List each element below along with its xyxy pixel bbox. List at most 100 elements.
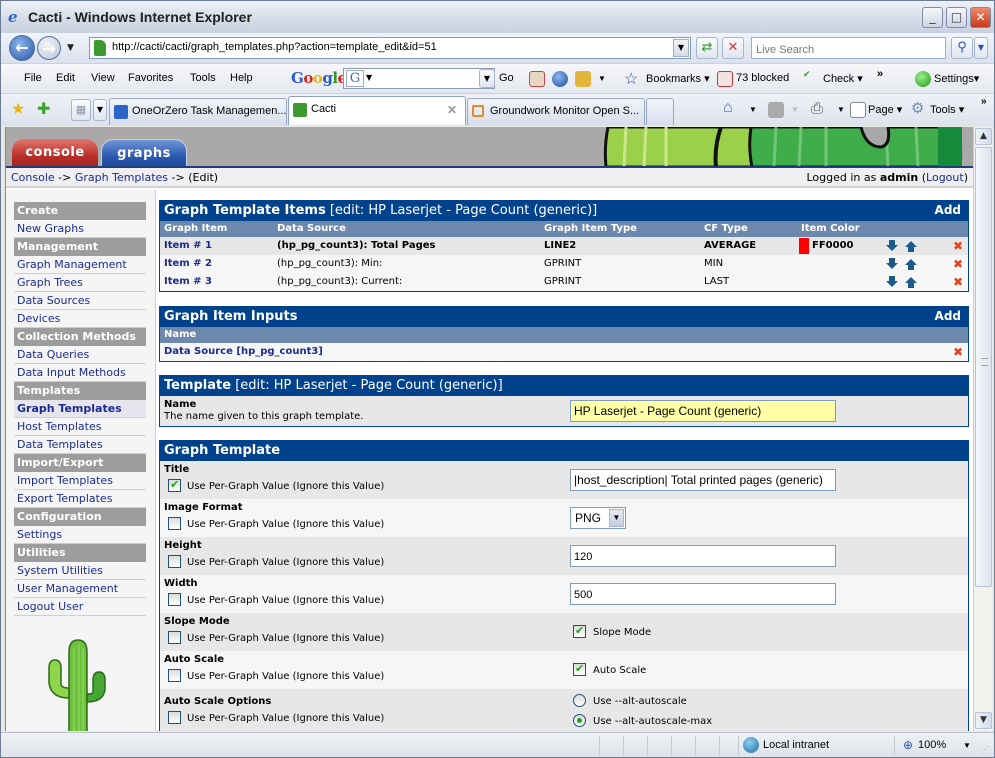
sidebar-item-data-input-methods[interactable]: Data Input Methods [14,364,146,382]
delete-input-icon[interactable]: ✖ [953,345,963,359]
add-graph-input-button[interactable]: Add [935,309,961,323]
sidebar-item-system-utilities[interactable]: System Utilities [14,562,146,580]
sidebar-item-import-templates[interactable]: Import Templates [14,472,146,490]
alt-autoscale-radio[interactable] [573,694,586,707]
close-window-button[interactable]: ✕ [970,7,991,28]
menu-help[interactable]: Help [230,72,253,84]
tab-list-dropdown-icon[interactable]: ▼ [93,99,107,121]
scrollbar-thumb[interactable] [975,147,992,587]
new-tab-button[interactable] [646,98,674,125]
alt-autoscale-max-radio[interactable] [573,714,586,727]
height-input[interactable] [570,545,836,567]
forward-button[interactable]: → [37,36,61,60]
graph-item-link[interactable]: Item # 3 [164,276,212,287]
per-graph-checkbox[interactable] [168,517,181,530]
minimize-button[interactable]: _ [922,7,943,28]
menu-tools[interactable]: Tools [190,72,216,84]
maximize-button[interactable]: □ [946,7,967,28]
width-input[interactable] [570,583,836,605]
stop-button[interactable]: ✕ [722,37,744,59]
chevron-down-icon[interactable]: ▼ [609,509,624,527]
page-menu-button[interactable]: Page ▾ [868,103,902,116]
resize-grip-icon[interactable]: ⋰ [981,745,989,754]
refresh-button[interactable]: ⇄ [696,37,718,59]
address-bar[interactable]: http://cacti/cacti/graph_templates.php?a… [89,37,691,59]
search-options-dropdown-icon[interactable]: ▼ [974,37,988,59]
favorites-center-icon[interactable]: ★ [11,99,25,118]
graph-item-link[interactable]: Item # 2 [164,258,212,269]
browser-tab-cacti[interactable]: Cacti ✕ [288,96,466,125]
home-icon[interactable]: ⌂ [723,99,733,117]
logout-link[interactable]: Logout [926,171,964,184]
security-zone[interactable]: Local intranet [763,739,829,751]
template-name-input[interactable] [570,400,836,422]
per-graph-checkbox[interactable] [168,631,181,644]
tools-menu-button[interactable]: Tools ▾ [930,103,964,116]
sidebar-item-export-templates[interactable]: Export Templates [14,490,146,508]
per-graph-checkbox[interactable] [168,478,181,492]
settings-button[interactable]: Settings▾ [934,72,979,85]
check-button[interactable]: Check ▾ [823,72,863,85]
google-go-button[interactable]: Go [499,72,514,84]
browser-tab-groundwork[interactable]: Groundwork Monitor Open S... [467,98,645,125]
breadcrumb-console-link[interactable]: Console [11,171,55,184]
console-tab[interactable]: console [12,139,98,167]
sidebar-item-host-templates[interactable]: Host Templates [14,418,146,436]
browser-tab-oneorzero[interactable]: OneOrZero Task Managemen... [109,98,287,125]
history-dropdown-icon[interactable]: ▼ [67,43,74,53]
menu-view[interactable]: View [91,72,115,84]
toolbar-more-dropdown-icon[interactable]: ▼ [598,74,606,83]
per-graph-checkbox[interactable] [168,593,181,606]
live-search-box[interactable] [751,37,946,60]
zoom-dropdown-icon[interactable]: ▼ [963,741,971,750]
popup-blocked-count[interactable]: 73 blocked [736,72,789,84]
print-dropdown-icon[interactable]: ▼ [837,105,845,114]
quick-tabs-icon[interactable]: ▦ [71,99,91,121]
close-tab-icon[interactable]: ✕ [447,103,457,117]
breadcrumb-graph-templates-link[interactable]: Graph Templates [75,171,168,184]
sidebar-item-logout-user[interactable]: Logout User [14,598,146,616]
back-button[interactable]: ← [9,35,35,61]
move-up-arrow-icon[interactable] [905,258,917,270]
per-graph-checkbox[interactable] [168,711,181,724]
move-down-arrow-icon[interactable] [886,276,898,288]
add-graph-item-button[interactable]: Add [935,203,961,217]
graph-item-link[interactable]: Item # 1 [164,240,212,251]
google-options-dropdown-icon[interactable]: ▼ [366,73,372,82]
per-graph-checkbox[interactable] [168,555,181,568]
delete-item-icon[interactable]: ✖ [953,239,963,253]
image-format-select[interactable]: PNG ▼ [570,507,626,529]
feeds-icon[interactable] [768,102,784,118]
scroll-down-icon[interactable]: ▼ [975,712,992,729]
command-overflow-icon[interactable]: » [981,96,987,107]
sidebar-item-user-management[interactable]: User Management [14,580,146,598]
sidebar-item-data-queries[interactable]: Data Queries [14,346,146,364]
news-icon[interactable] [529,71,545,87]
home-dropdown-icon[interactable]: ▼ [749,105,757,114]
live-search-input[interactable] [752,40,945,60]
title-input[interactable] [570,469,836,491]
zoom-level[interactable]: 100% [918,739,946,751]
slope-mode-checkbox[interactable] [573,624,586,638]
per-graph-checkbox[interactable] [168,669,181,682]
sidebar-item-graph-templates[interactable]: Graph Templates [14,400,146,418]
bookmark-star-icon[interactable] [575,71,591,87]
menu-favorites[interactable]: Favorites [128,72,173,84]
sidebar-item-data-sources[interactable]: Data Sources [14,292,146,310]
move-down-arrow-icon[interactable] [886,258,898,270]
graph-input-link[interactable]: Data Source [hp_pg_count3] [164,346,323,357]
page-scrollbar[interactable]: ▲ ▼ [973,127,992,731]
move-up-arrow-icon[interactable] [905,240,917,252]
move-down-arrow-icon[interactable] [886,240,898,252]
feeds-dropdown-icon[interactable]: ▼ [791,105,799,114]
print-icon[interactable]: ⎙ [811,100,823,117]
sidebar-item-devices[interactable]: Devices [14,310,146,328]
bookmarks-button[interactable]: Bookmarks ▾ [646,72,710,85]
menu-file[interactable]: File [24,72,42,84]
graphs-tab[interactable]: graphs [101,139,187,167]
delete-item-icon[interactable]: ✖ [953,275,963,289]
sidebar-item-graph-trees[interactable]: Graph Trees [14,274,146,292]
scroll-up-icon[interactable]: ▲ [975,128,992,145]
sidebar-item-settings[interactable]: Settings [14,526,146,544]
google-history-dropdown-icon[interactable]: ▼ [479,69,495,88]
